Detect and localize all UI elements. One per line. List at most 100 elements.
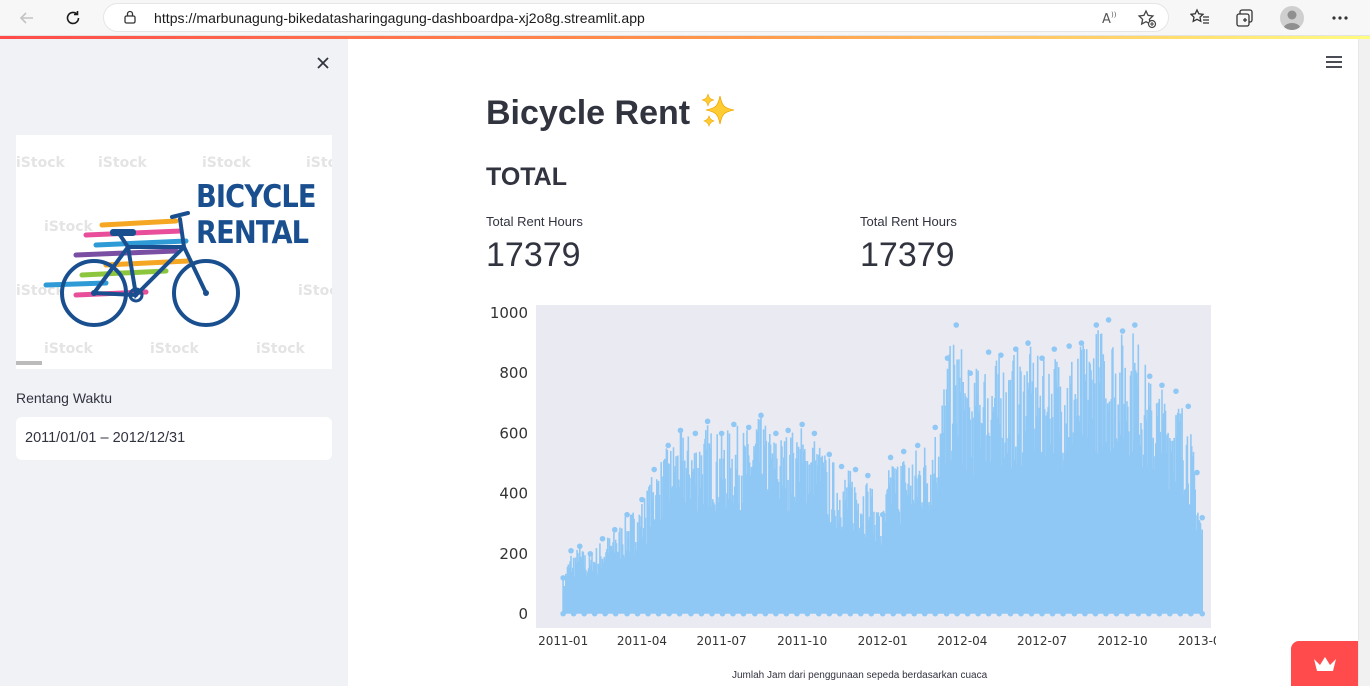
back-icon[interactable] (15, 6, 39, 30)
data-point (570, 610, 577, 617)
data-point (836, 610, 843, 617)
data-point (1049, 610, 1056, 617)
data-point (692, 430, 699, 437)
date-range-input[interactable]: 2011/01/01 – 2012/12/31 (16, 417, 332, 460)
data-point (624, 511, 630, 518)
profile-avatar[interactable] (1280, 6, 1304, 30)
data-point (826, 451, 833, 458)
metric-label: Total Rent Hours (486, 214, 583, 229)
metric-label: Total Rent Hours (860, 214, 957, 229)
data-point (996, 610, 1002, 617)
data-point (611, 526, 618, 533)
svg-text:iStock: iStock (98, 155, 147, 171)
data-point (645, 610, 651, 617)
data-point (762, 610, 769, 617)
data-point (1103, 610, 1109, 617)
chart-caption: Jumlah Jam dari penggunaan sepeda berdas… (732, 670, 988, 681)
collections-icon[interactable] (1233, 6, 1257, 30)
date-range-label: Rentang Waktu (16, 390, 112, 406)
svg-text:iStock: iStock (202, 155, 251, 171)
data-point (985, 349, 992, 355)
streamlit-badge[interactable] (1291, 641, 1358, 686)
more-options-icon[interactable] (1328, 6, 1352, 30)
data-point (852, 466, 859, 473)
data-point (879, 610, 886, 617)
svg-text:iStock: iStock (306, 155, 332, 171)
x-tick-label: 2011-01 (538, 634, 588, 648)
data-point (718, 430, 725, 437)
data-point (914, 442, 921, 449)
data-point (985, 610, 992, 617)
data-point (676, 610, 683, 617)
sparkles-icon (700, 92, 738, 137)
data-point (1113, 610, 1120, 617)
data-point (944, 355, 951, 361)
data-point (1012, 346, 1019, 352)
favorite-add-icon[interactable] (1137, 9, 1157, 34)
data-point (964, 610, 971, 617)
reload-icon[interactable] (61, 6, 85, 30)
data-point (587, 551, 594, 557)
data-point (785, 427, 791, 434)
data-point (624, 610, 630, 617)
svg-text:)): )) (1111, 11, 1117, 19)
data-point (740, 610, 747, 617)
hamburger-menu-icon[interactable] (1325, 55, 1343, 69)
date-range-value: 2011/01/01 – 2012/12/31 (25, 430, 186, 446)
section-heading: TOTAL (486, 163, 568, 191)
data-point (639, 496, 645, 503)
crown-icon (1313, 656, 1336, 671)
sidebar: iStock iStock iStock iStock iStock iStock iSt… (0, 39, 348, 686)
data-point (655, 610, 662, 617)
data-point (1078, 340, 1085, 346)
data-point (838, 463, 845, 470)
data-point (900, 610, 907, 617)
y-tick-label: 0 (518, 605, 528, 623)
address-bar[interactable]: https://marbunagung-bikedatasharingagung… (103, 3, 1169, 32)
y-tick-label: 1000 (490, 304, 528, 322)
y-tick-label: 400 (499, 485, 528, 503)
url-text: https://marbunagung-bikedatasharingagung… (154, 10, 645, 26)
data-point (879, 511, 886, 518)
bicycle-rental-logo: iStock iStock iStock iStock iStock iStock iSt… (16, 135, 332, 369)
data-point (943, 610, 950, 617)
data-point (704, 418, 711, 425)
data-point (1132, 322, 1138, 328)
data-point (890, 610, 896, 617)
y-tick-label: 600 (499, 424, 528, 442)
data-point (1082, 610, 1088, 617)
data-point (560, 610, 566, 617)
data-point (868, 610, 875, 617)
data-point (1156, 610, 1163, 617)
logo-text: BICYCLE RENTAL (196, 179, 317, 251)
data-point (1173, 388, 1179, 395)
x-tick-label: 2012-10 (1098, 634, 1148, 648)
data-point (730, 610, 736, 617)
data-point (602, 610, 608, 617)
read-aloud-icon[interactable]: A)) (1101, 9, 1119, 32)
data-point (560, 575, 566, 581)
data-point (975, 610, 981, 617)
data-point (1039, 355, 1045, 361)
svg-text:iStock: iStock (150, 341, 199, 357)
data-point (998, 352, 1004, 358)
data-point (1093, 322, 1100, 328)
close-sidebar-icon[interactable] (313, 53, 333, 73)
data-point (953, 322, 960, 328)
data-point (745, 424, 752, 431)
x-tick-label: 2012-07 (1017, 634, 1067, 648)
data-point (1185, 403, 1192, 410)
data-point (1039, 610, 1045, 617)
data-point (752, 610, 758, 617)
favorites-icon[interactable] (1188, 6, 1212, 30)
chart-svg: 0 200 400 600 800 1000 2011-01 2011-04 2011-07 20… (490, 304, 1228, 648)
scrollbar[interactable] (1358, 39, 1370, 686)
data-point (1177, 610, 1184, 617)
data-point (773, 430, 779, 437)
svg-text:A: A (1102, 12, 1111, 27)
data-point (634, 610, 641, 617)
data-point (932, 424, 939, 431)
data-point (1167, 610, 1173, 617)
data-point (858, 610, 864, 617)
data-point (1066, 343, 1072, 349)
